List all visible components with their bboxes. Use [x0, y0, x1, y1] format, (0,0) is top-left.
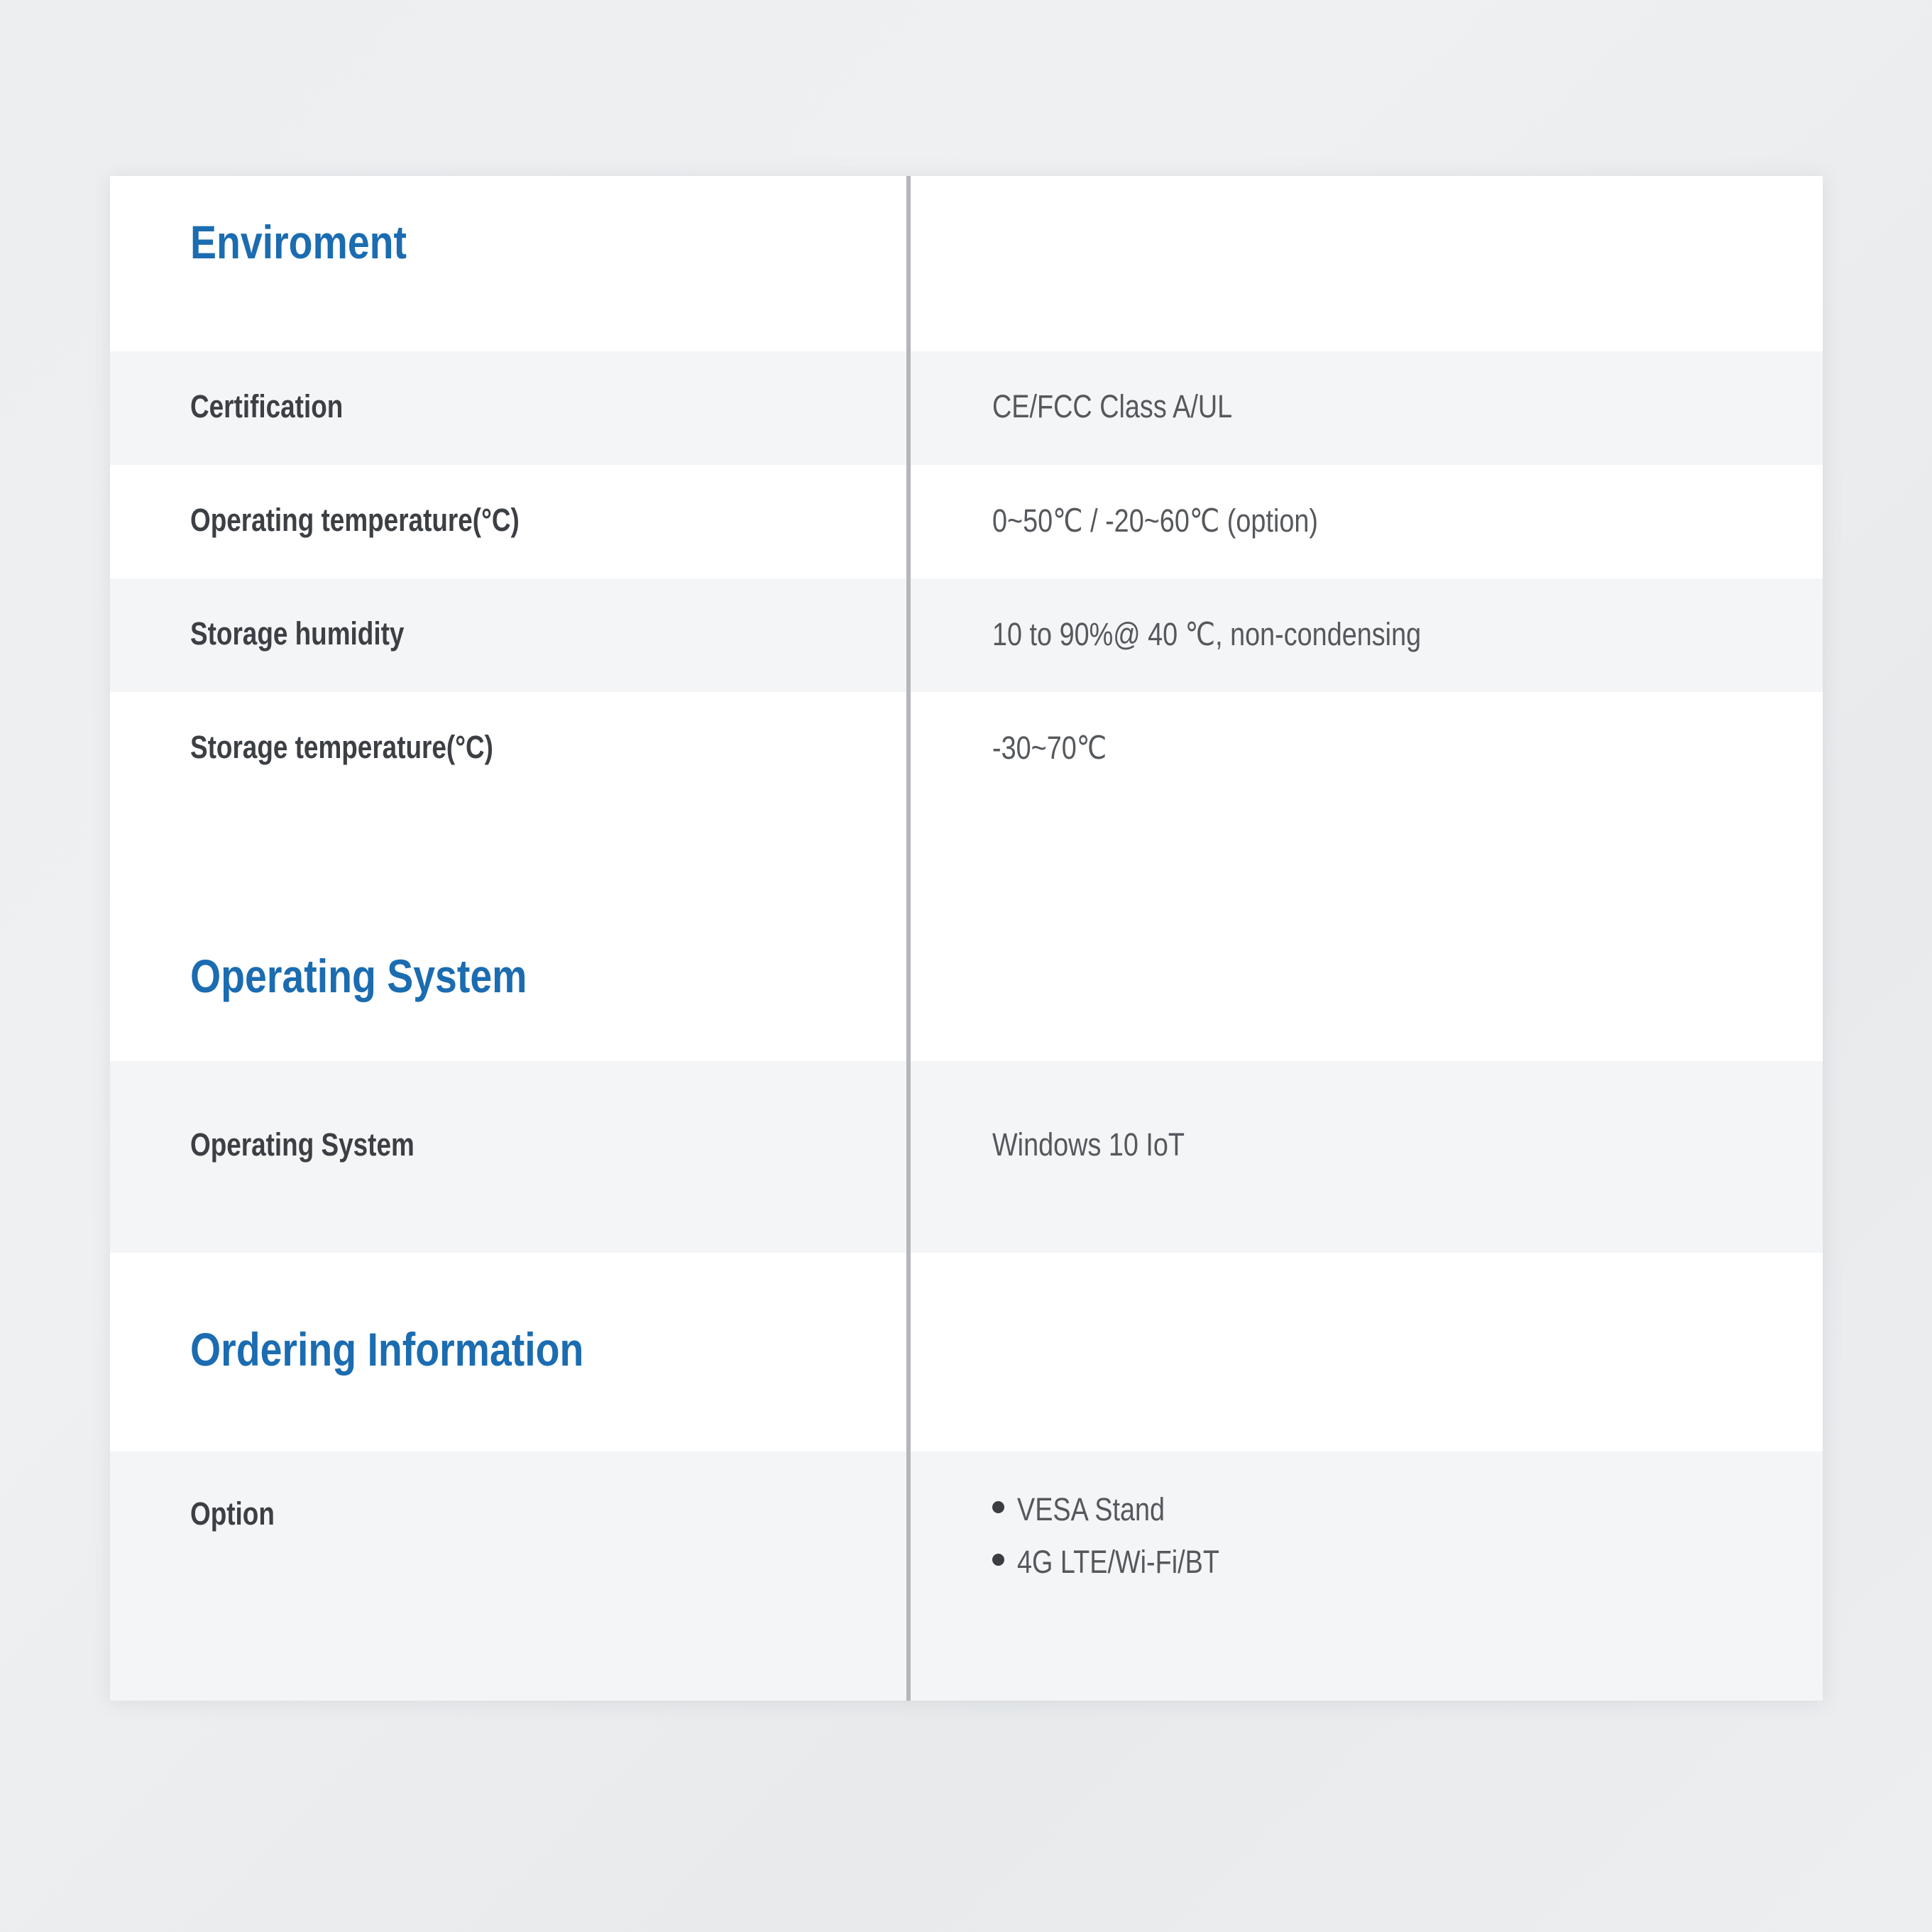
bullet-icon — [992, 1501, 1004, 1513]
section-header-row-enviroment: Enviroment — [110, 176, 1823, 351]
row-label-certification: Certification — [190, 388, 344, 424]
row-label-operating-system: Operating System — [190, 1126, 415, 1163]
row-label-option: Option — [190, 1495, 275, 1532]
section-header-row-ordering-information: Ordering Information — [110, 1253, 1823, 1451]
row-label-storage-temperature: Storage temperature(°C) — [190, 729, 493, 765]
row-value-operating-system: Windows 10 IoT — [992, 1126, 1185, 1163]
table-row: Operating System Windows 10 IoT — [110, 1061, 1823, 1253]
list-item: VESA Stand — [992, 1491, 1808, 1528]
table-row: Operating temperature(°C) 0~50℃ / -20~60… — [110, 465, 1823, 578]
column-divider — [906, 176, 911, 1701]
list-item: 4G LTE/Wi-Fi/BT — [992, 1544, 1808, 1581]
section-header-row-operating-system: Operating System — [110, 933, 1823, 1061]
specification-table-panel: Enviroment Certification CE/FCC Class A/… — [110, 176, 1823, 1701]
option-bullet-list: VESA Stand 4G LTE/Wi-Fi/BT — [992, 1491, 1808, 1596]
option-4g-lte-wifi-bt: 4G LTE/Wi-Fi/BT — [1017, 1544, 1219, 1580]
section-heading-enviroment: Enviroment — [190, 216, 407, 268]
row-value-operating-temperature: 0~50℃ / -20~60℃ (option) — [992, 503, 1318, 539]
option-vesa-stand: VESA Stand — [1017, 1491, 1165, 1527]
table-row: Storage temperature(°C) -30~70℃ — [110, 692, 1823, 933]
table-row: Certification CE/FCC Class A/UL — [110, 351, 1823, 465]
section-heading-ordering-information: Ordering Information — [190, 1323, 584, 1376]
row-value-storage-temperature: -30~70℃ — [992, 730, 1107, 766]
row-value-storage-humidity: 10 to 90%@ 40 ℃, non-condensing — [992, 616, 1422, 652]
bullet-icon — [992, 1554, 1004, 1566]
row-value-certification: CE/FCC Class A/UL — [992, 388, 1233, 424]
row-label-operating-temperature: Operating temperature(°C) — [190, 502, 520, 538]
table-row: Option VESA Stand 4G LTE/Wi-Fi/BT — [110, 1451, 1823, 1701]
section-heading-operating-system: Operating System — [190, 950, 527, 1002]
row-label-storage-humidity: Storage humidity — [190, 615, 405, 652]
table-row: Storage humidity 10 to 90%@ 40 ℃, non-co… — [110, 578, 1823, 692]
